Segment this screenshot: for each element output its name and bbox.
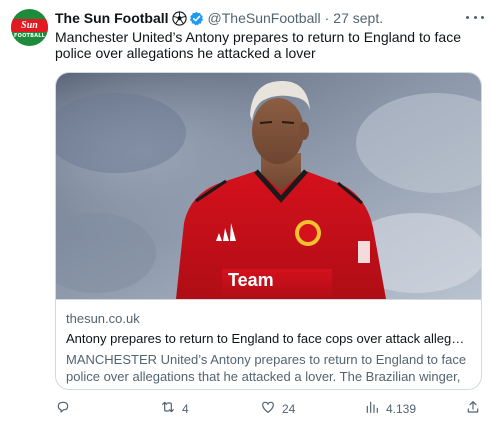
more-dot-icon <box>466 15 469 19</box>
display-name[interactable]: The Sun Football <box>55 10 169 26</box>
avatar-logo-text: Sun <box>21 20 38 31</box>
card-title: Antony prepares to return to England to … <box>66 331 471 346</box>
separator-dot: · <box>324 10 330 26</box>
views-icon <box>364 399 380 420</box>
shirt-sponsor-text: Team <box>228 270 274 290</box>
tweet[interactable]: Sun FOOTBALL The Sun Football @TheSunFoo… <box>0 0 491 426</box>
like-button[interactable]: 24 <box>260 399 295 419</box>
views-count: 4.139 <box>386 402 417 416</box>
tweet-header: The Sun Football @TheSunFootball · 27 se… <box>55 9 383 27</box>
card-domain: thesun.co.uk <box>66 311 140 326</box>
timestamp[interactable]: 27 sept. <box>333 10 383 26</box>
like-count: 24 <box>282 402 296 416</box>
card-meta[interactable]: thesun.co.uk Antony prepares to return t… <box>56 299 481 389</box>
retweet-icon <box>160 399 176 420</box>
card-image[interactable]: Team <box>56 73 481 299</box>
retweet-button[interactable]: 4 <box>160 399 189 419</box>
more-dot-icon <box>473 15 477 19</box>
card-description: MANCHESTER United’s Antony prepares to r… <box>66 352 467 389</box>
more-dot-icon <box>481 15 484 19</box>
reply-icon <box>55 399 71 420</box>
tweet-text: Manchester United’s Antony prepares to r… <box>55 29 461 61</box>
share-button[interactable] <box>465 399 481 419</box>
link-card[interactable]: Team thesun.co.uk Antony prepares to ret… <box>55 72 482 390</box>
avatar-sub-text: FOOTBALL <box>14 33 45 39</box>
reply-button[interactable] <box>55 399 77 419</box>
more-options-button[interactable] <box>466 10 484 24</box>
views-button[interactable]: 4.139 <box>364 399 416 419</box>
retweet-count: 4 <box>182 402 189 416</box>
verified-badge-icon[interactable] <box>189 11 204 26</box>
share-icon <box>465 399 481 420</box>
handle[interactable]: @TheSunFootball <box>208 10 321 26</box>
soccer-ball-icon <box>171 10 187 26</box>
tweet-actions: 4 24 4.139 <box>55 399 485 419</box>
avatar[interactable]: Sun FOOTBALL <box>11 9 48 46</box>
heart-icon <box>260 399 276 420</box>
